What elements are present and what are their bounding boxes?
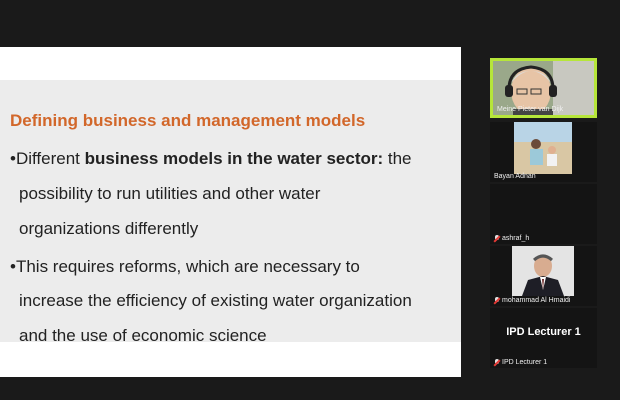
participant-display-name: IPD Lecturer 1	[506, 326, 581, 338]
participant-tile[interactable]: mohammad Al Hmaidi	[490, 246, 597, 306]
bullet-1-line-1: •Different business models in the water …	[10, 149, 412, 168]
participant-tile[interactable]: IPD Lecturer 1 IPD Lecturer 1	[490, 308, 597, 368]
bullet-1-line-3: organizations differently	[19, 219, 199, 238]
muted-mic-icon	[494, 235, 500, 242]
participant-name: Meine Pieter van Dijk	[497, 106, 564, 113]
bullet-2-line-1: •This requires reforms, which are necess…	[10, 257, 360, 276]
bullet-2-line-3: and the use of economic science	[19, 326, 267, 345]
participant-name: mohammad Al Hmaidi	[494, 297, 570, 304]
participant-tile-active-speaker[interactable]: Meine Pieter van Dijk	[490, 58, 597, 118]
slide-title: Defining business and management models	[10, 111, 366, 130]
participant-tile[interactable]: Bayan Adnan	[490, 122, 597, 182]
shared-slide: Defining business and management models …	[0, 47, 461, 377]
participant-tile[interactable]: ashraf_h	[490, 184, 597, 244]
slide-content: Defining business and management models …	[0, 47, 461, 377]
participant-name: Bayan Adnan	[494, 173, 536, 180]
muted-mic-icon	[494, 297, 500, 304]
bullet-2-line-2: increase the efficiency of existing wate…	[19, 291, 412, 310]
participant-name: IPD Lecturer 1	[494, 359, 547, 366]
participant-name: ashraf_h	[494, 235, 529, 242]
muted-mic-icon	[494, 359, 500, 366]
bullet-1-line-2: possibility to run utilities and other w…	[19, 184, 321, 203]
